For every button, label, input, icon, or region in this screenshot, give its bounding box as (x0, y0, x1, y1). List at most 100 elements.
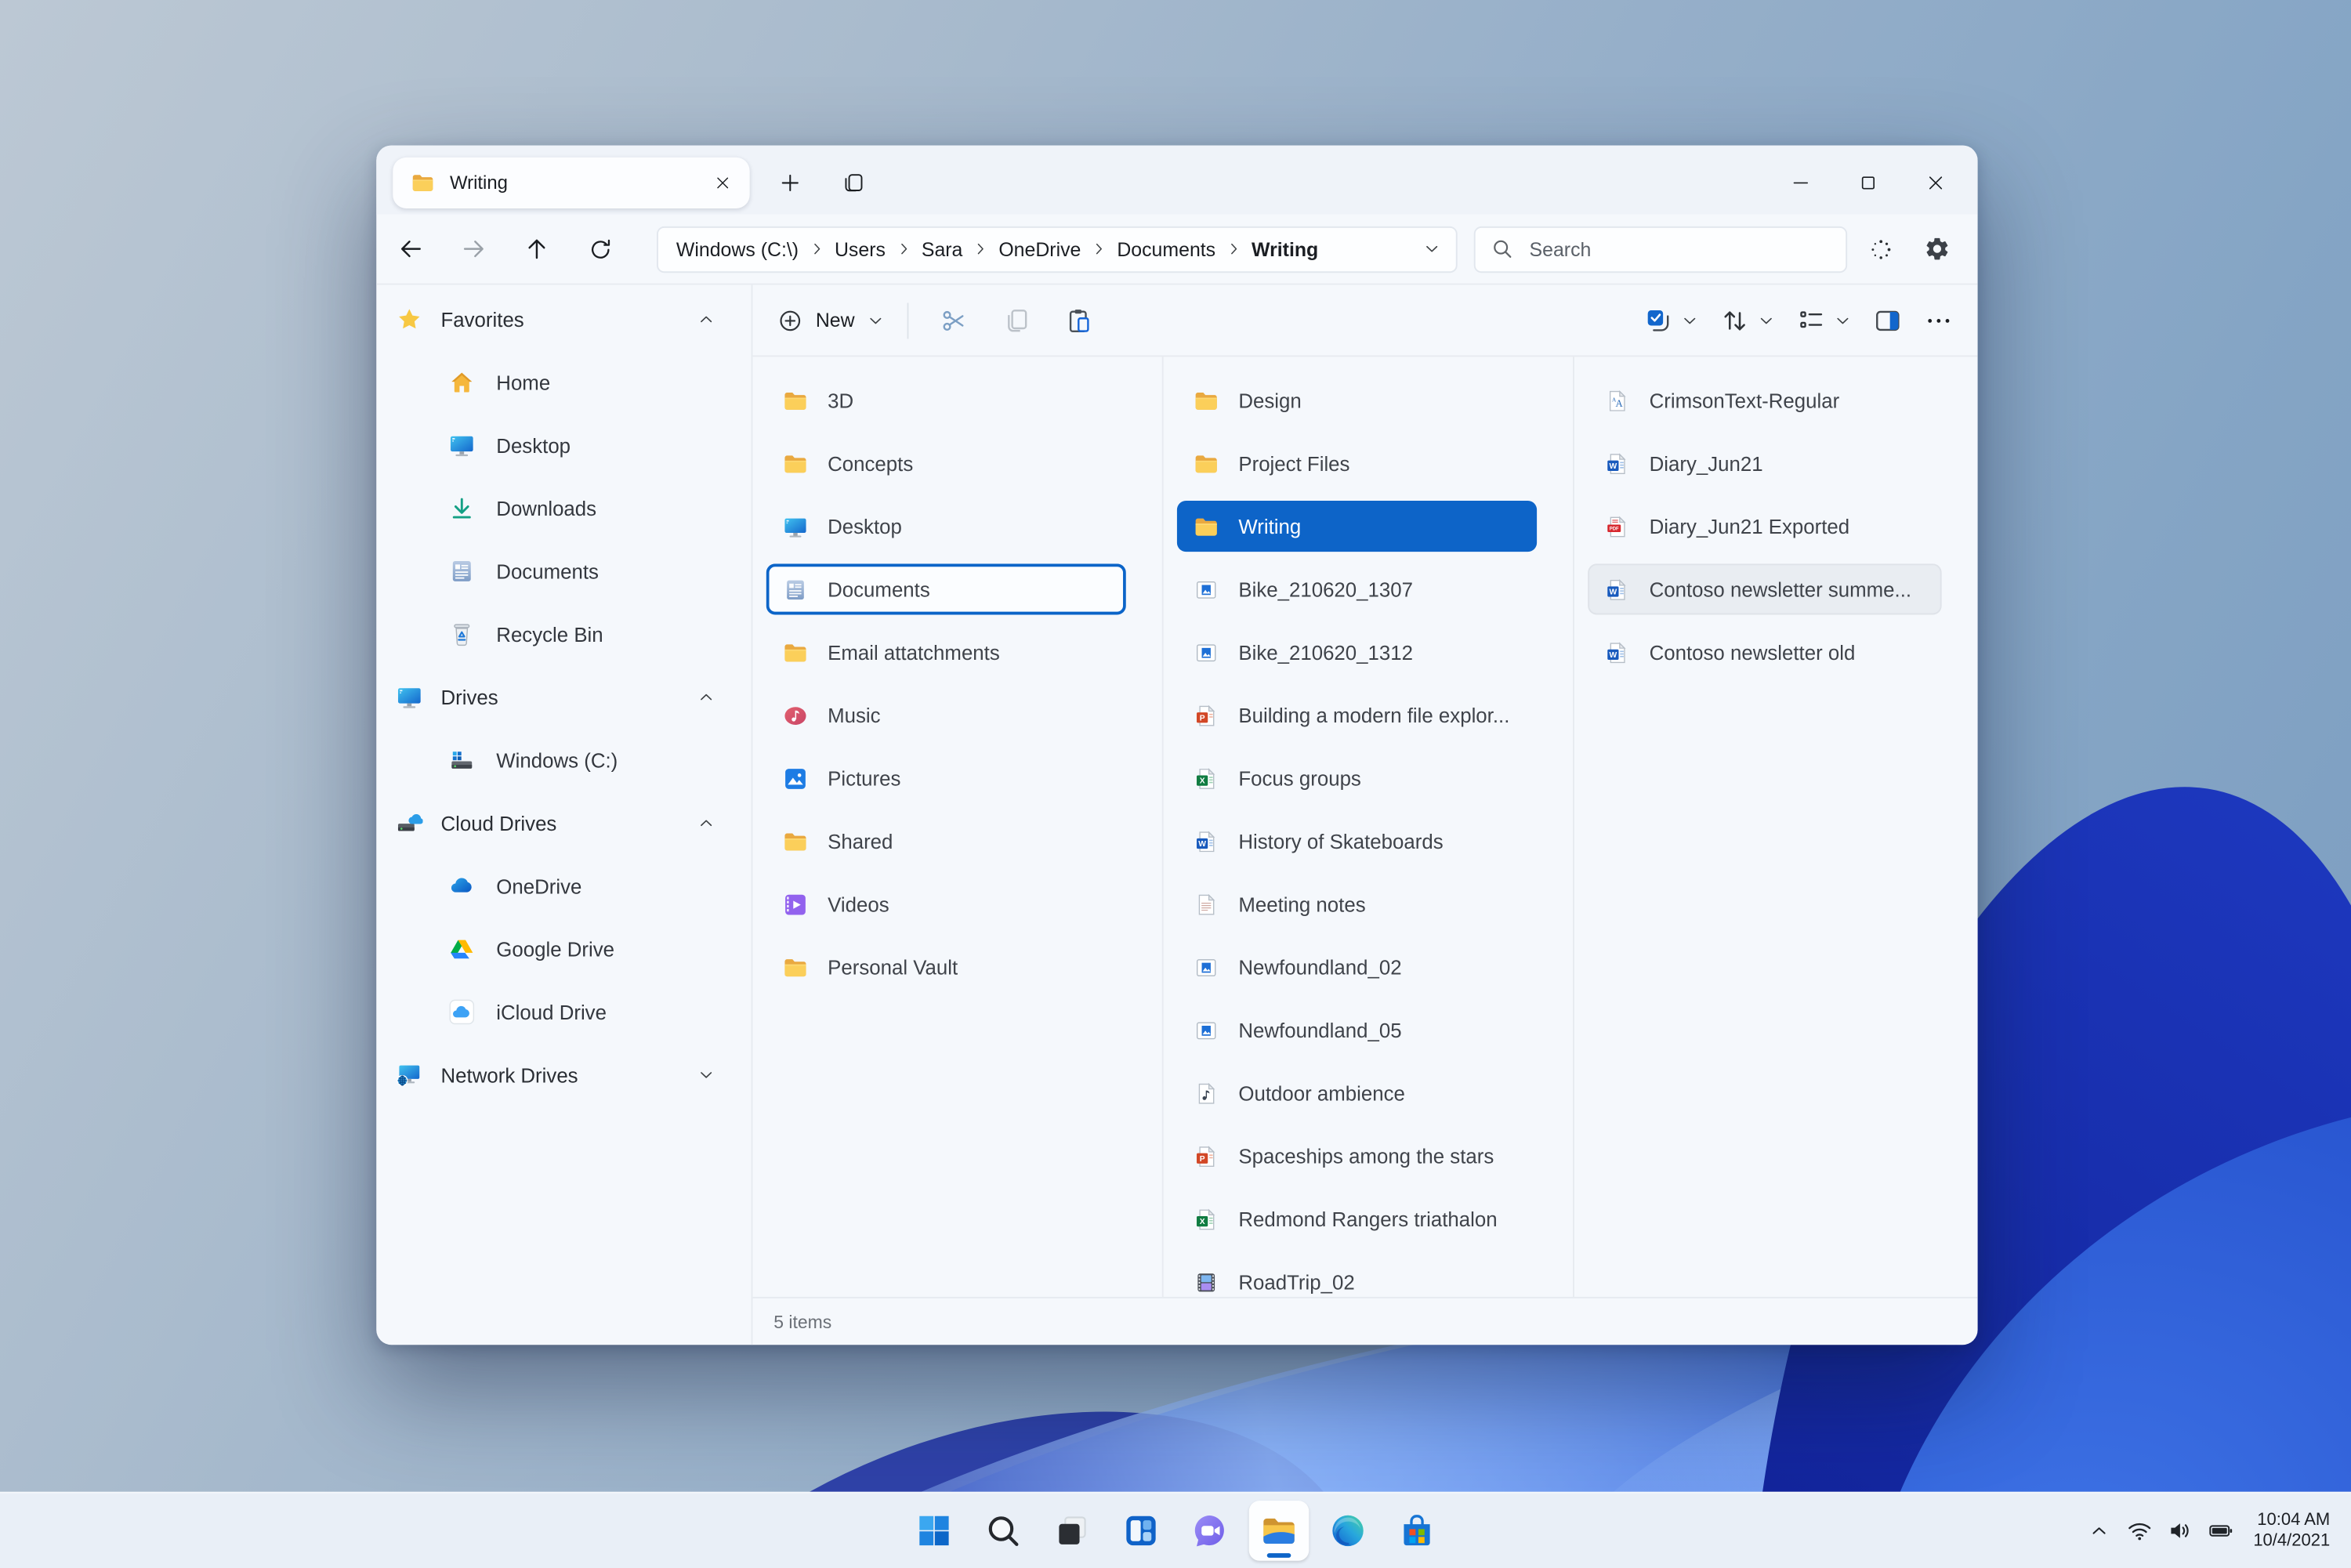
breadcrumb-segment[interactable]: OneDrive (998, 237, 1081, 260)
forward-button[interactable] (450, 225, 498, 273)
sidebar-item-downloads[interactable]: Downloads (376, 483, 745, 534)
file-item-roadtrip-02[interactable]: RoadTrip_02 (1177, 1256, 1537, 1297)
breadcrumb[interactable]: Windows (C:\) Users Sara OneDrive Documents W… (657, 226, 1458, 272)
copy-button[interactable] (991, 296, 1042, 344)
taskbar-store-button[interactable] (1387, 1501, 1447, 1561)
file-item-label: Writing (1238, 515, 1301, 538)
see-more-button[interactable] (1924, 305, 1954, 335)
breadcrumb-segment[interactable]: Users (835, 237, 886, 260)
file-item-contoso-newsletter-summe[interactable]: WContoso newsletter summe... (1588, 563, 1942, 614)
chevron-up-icon[interactable] (697, 688, 715, 706)
edge-icon (1328, 1512, 1367, 1551)
sidebar-item-onedrive[interactable]: OneDrive (376, 860, 745, 911)
sidebar-item-home[interactable]: Home (376, 357, 745, 407)
chevron-up-icon[interactable] (697, 310, 715, 328)
plus-circle-icon (777, 306, 803, 333)
address-dropdown-icon[interactable] (1423, 240, 1441, 258)
volume-icon[interactable] (2161, 1508, 2201, 1553)
file-item-label: Shared (828, 830, 893, 853)
new-button[interactable]: New (777, 306, 885, 333)
svg-text:P: P (1200, 713, 1205, 722)
tab-title: Writing (450, 172, 705, 194)
taskbar-widgets-button[interactable] (1111, 1501, 1172, 1561)
breadcrumb-segment[interactable]: Documents (1117, 237, 1215, 260)
file-item-bike-210620-1307[interactable]: Bike_210620_1307 (1177, 563, 1537, 614)
details-pane-button[interactable] (1873, 305, 1903, 335)
file-item-shared[interactable]: Shared (766, 816, 1126, 867)
file-item-focus-groups[interactable]: XFocus groups (1177, 752, 1537, 803)
sidebar-item-recycle-bin[interactable]: Recycle Bin (376, 609, 745, 660)
sidebar-item-windows-c[interactable]: Windows (C:) (376, 735, 745, 786)
file-item-redmond-rangers-triathalon[interactable]: XRedmond Rangers triathalon (1177, 1193, 1537, 1244)
chevron-up-icon[interactable] (697, 814, 715, 832)
file-item-spaceships-among-the-stars[interactable]: PSpaceships among the stars (1177, 1131, 1537, 1182)
close-button[interactable] (1901, 154, 1969, 212)
status-bar: 5 items (752, 1297, 1977, 1345)
gear-icon[interactable] (1913, 225, 1961, 273)
cut-button[interactable] (928, 296, 979, 344)
back-button[interactable] (387, 225, 435, 273)
minimize-button[interactable] (1766, 154, 1834, 212)
sidebar-item-icloud-drive[interactable]: iCloud Drive (376, 987, 745, 1037)
file-item-bike-210620-1312[interactable]: Bike_210620_1312 (1177, 627, 1537, 678)
file-item-newfoundland-02[interactable]: Newfoundland_02 (1177, 942, 1537, 993)
wifi-icon[interactable] (2120, 1508, 2161, 1553)
taskbar-chat-button[interactable] (1180, 1501, 1241, 1561)
file-item-meeting-notes[interactable]: Meeting notes (1177, 878, 1537, 929)
file-item-documents[interactable]: Documents (766, 563, 1126, 614)
file-item-personal-vault[interactable]: Personal Vault (766, 942, 1126, 993)
file-item-videos[interactable]: Videos (766, 878, 1126, 929)
sidebar-section-favorites[interactable]: Favorites (376, 294, 745, 345)
file-item-pictures[interactable]: Pictures (766, 752, 1126, 803)
file-item-newfoundland-05[interactable]: Newfoundland_05 (1177, 1005, 1537, 1056)
file-item-email-attatchments[interactable]: Email attatchments (766, 627, 1126, 678)
file-item-diary-jun21-exported[interactable]: PDFDiary_Jun21 Exported (1588, 501, 1942, 552)
file-item-outdoor-ambience[interactable]: Outdoor ambience (1177, 1067, 1537, 1118)
tray-chevron-icon[interactable] (2079, 1508, 2120, 1553)
up-button[interactable] (513, 225, 560, 273)
taskbar-file-explorer-button[interactable] (1249, 1501, 1310, 1561)
paste-button[interactable] (1054, 296, 1105, 344)
file-item-design[interactable]: Design (1177, 375, 1537, 425)
file-item-writing[interactable]: Writing (1177, 501, 1537, 552)
file-item-project-files[interactable]: Project Files (1177, 438, 1537, 489)
sort-button[interactable] (1720, 305, 1776, 335)
file-item-label: Bike_210620_1312 (1238, 641, 1413, 664)
search-input[interactable] (1527, 236, 1788, 262)
view-button[interactable] (1796, 305, 1852, 335)
taskbar-edge-button[interactable] (1318, 1501, 1378, 1561)
file-item-building-a-modern-file-explor[interactable]: PBuilding a modern file explor... (1177, 690, 1537, 741)
breadcrumb-segment[interactable]: Writing (1252, 237, 1318, 260)
tab-actions-icon[interactable] (831, 161, 875, 205)
file-item-3d[interactable]: 3D (766, 375, 1126, 425)
chevron-down-icon[interactable] (697, 1066, 715, 1084)
tab-writing[interactable]: Writing (393, 158, 749, 208)
maximize-button[interactable] (1834, 154, 1901, 212)
taskbar-clock[interactable]: 10:04 AM 10/4/2021 (2253, 1509, 2330, 1552)
file-item-history-of-skateboards[interactable]: WHistory of Skateboards (1177, 816, 1537, 867)
sidebar-section-drives[interactable]: Drives (376, 672, 745, 722)
file-item-contoso-newsletter-old[interactable]: WContoso newsletter old (1588, 627, 1942, 678)
search-box[interactable] (1474, 226, 1847, 272)
sync-status-icon[interactable] (1857, 225, 1904, 273)
file-item-desktop[interactable]: Desktop (766, 501, 1126, 552)
file-item-crimsontext-regular[interactable]: AACrimsonText-Regular (1588, 375, 1942, 425)
refresh-button[interactable] (576, 225, 624, 273)
new-tab-button[interactable] (768, 161, 813, 205)
file-item-concepts[interactable]: Concepts (766, 438, 1126, 489)
taskbar-task-view-button[interactable] (1042, 1501, 1103, 1561)
battery-icon[interactable] (2201, 1508, 2241, 1553)
select-all-button[interactable] (1643, 305, 1699, 335)
file-item-music[interactable]: Music (766, 690, 1126, 741)
sidebar-section-cloud-drives[interactable]: Cloud Drives (376, 798, 745, 849)
sidebar-section-network-drives[interactable]: Network Drives (376, 1049, 745, 1100)
file-item-diary-jun21[interactable]: WDiary_Jun21 (1588, 438, 1942, 489)
sidebar-item-desktop[interactable]: Desktop (376, 420, 745, 471)
sidebar-item-documents[interactable]: Documents (376, 545, 745, 596)
taskbar-search-button[interactable] (973, 1501, 1034, 1561)
sidebar-item-google-drive[interactable]: Google Drive (376, 924, 745, 975)
taskbar-start-button[interactable] (904, 1501, 965, 1561)
breadcrumb-segment[interactable]: Windows (C:\) (676, 237, 799, 260)
tab-close-icon[interactable] (705, 165, 741, 201)
breadcrumb-segment[interactable]: Sara (922, 237, 963, 260)
